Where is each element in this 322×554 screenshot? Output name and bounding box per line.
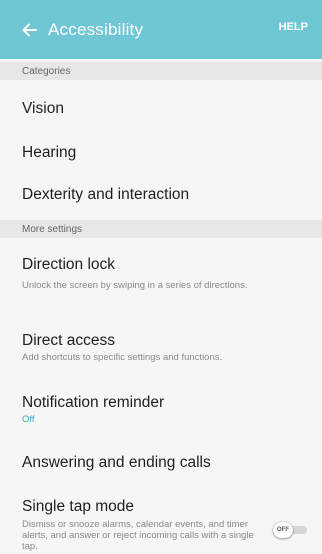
section-header-more-settings: More settings <box>0 220 322 238</box>
help-button[interactable]: HELP <box>279 21 308 33</box>
list-item-vision[interactable]: Vision <box>0 84 322 128</box>
list-item-label: Notification reminder <box>22 394 165 411</box>
list-item-direct-access[interactable]: Direct access Add shortcuts to specific … <box>0 320 322 374</box>
section-header-label: Categories <box>22 65 71 77</box>
list-item-hearing[interactable]: Hearing <box>0 128 322 172</box>
list-item-description: Dismiss or snooze alarms, calendar event… <box>22 519 254 552</box>
list-item-single-tap-mode[interactable]: Single tap mode Dismiss or snooze alarms… <box>0 484 322 554</box>
accessibility-screen: Accessibility HELP Categories Vision Hea… <box>0 0 322 554</box>
list-item-notification-reminder[interactable]: Notification reminder Off <box>0 374 322 430</box>
toggle-knob: OFF <box>273 522 293 538</box>
list-item-label: Single tap mode <box>22 498 135 515</box>
list-item-answering-and-ending-calls[interactable]: Answering and ending calls <box>0 430 322 484</box>
back-button[interactable] <box>12 0 46 59</box>
status-text: Off <box>22 414 35 425</box>
section-header-label: More settings <box>22 223 83 235</box>
list-item-label: Answering and ending calls <box>22 454 211 471</box>
list-item-label: Direct access <box>22 332 116 349</box>
list-item-label: Vision <box>22 100 64 117</box>
arrow-left-icon <box>22 23 37 36</box>
list-item-dexterity-and-interaction[interactable]: Dexterity and interaction <box>0 172 322 216</box>
app-bar: Accessibility HELP <box>0 0 322 59</box>
list-item-label: Dexterity and interaction <box>22 186 190 203</box>
list-item-description: Unlock the screen by swiping in a series… <box>22 280 248 291</box>
list-item-label: Direction lock <box>22 256 116 273</box>
list-item-label: Hearing <box>22 144 77 161</box>
section-header-categories: Categories <box>0 62 322 80</box>
page-title: Accessibility <box>48 19 144 39</box>
list-item-description: Add shortcuts to specific settings and f… <box>22 352 223 363</box>
list-item-direction-lock[interactable]: Direction lock Unlock the screen by swip… <box>0 240 322 320</box>
single-tap-mode-toggle[interactable]: OFF <box>273 522 307 538</box>
